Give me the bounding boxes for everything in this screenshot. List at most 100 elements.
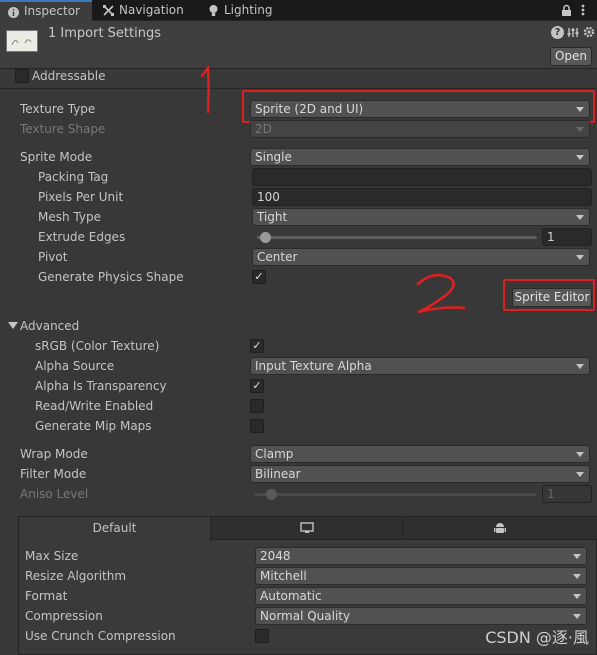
mesh-type-dropdown[interactable]: Tight [252, 208, 590, 226]
advanced-foldout[interactable]: Advanced [20, 319, 79, 333]
extrude-edges-slider-track[interactable] [257, 236, 537, 239]
compression-value: Normal Quality [260, 609, 351, 623]
extrude-edges-label: Extrude Edges [38, 230, 126, 244]
aniso-level-slider-track [254, 493, 537, 496]
resize-algorithm-dropdown[interactable]: Mitchell [255, 567, 587, 585]
format-label: Format [25, 589, 68, 603]
format-value: Automatic [260, 589, 322, 603]
addressable-label: Addressable [32, 69, 106, 83]
crunch-compression-label: Use Crunch Compression [25, 629, 176, 643]
tab-navigation-label: Navigation [119, 3, 184, 17]
navigation-icon [103, 5, 114, 16]
generate-physics-shape-label: Generate Physics Shape [38, 270, 184, 284]
monitor-icon [299, 522, 314, 533]
compression-label: Compression [25, 609, 103, 623]
alpha-source-dropdown[interactable]: Input Texture Alpha [250, 357, 590, 375]
srgb-label: sRGB (Color Texture) [35, 339, 160, 353]
tab-navigation[interactable]: Navigation [95, 0, 195, 21]
packing-tag-label: Packing Tag [38, 170, 109, 184]
highlight-box-texture-type [242, 90, 595, 123]
texture-shape-value: 2D [255, 122, 272, 136]
tab-android[interactable] [403, 517, 597, 540]
tab-bar: Inspector Navigation Lighting [0, 0, 597, 21]
read-write-label: Read/Write Enabled [35, 399, 154, 413]
filter-mode-dropdown[interactable]: Bilinear [250, 465, 590, 483]
chevron-down-icon [576, 155, 584, 160]
max-size-dropdown[interactable]: 2048 [255, 547, 587, 565]
packing-tag-input[interactable] [252, 168, 592, 186]
texture-type-label: Texture Type [20, 102, 96, 116]
chevron-down-icon [576, 452, 584, 457]
max-size-label: Max Size [25, 549, 79, 563]
chevron-down-icon [573, 554, 581, 559]
tab-lighting-label: Lighting [224, 3, 273, 17]
resize-algorithm-label: Resize Algorithm [25, 569, 127, 583]
pixels-per-unit-input[interactable]: 100 [252, 188, 592, 206]
annotation-two [416, 273, 466, 314]
foldout-arrow-icon[interactable] [8, 322, 18, 329]
srgb-checkbox[interactable]: ✓ [250, 339, 264, 353]
resize-algorithm-value: Mitchell [260, 569, 307, 583]
gear-icon[interactable] [583, 26, 595, 38]
mesh-type-value: Tight [257, 210, 288, 224]
sprite-mode-dropdown[interactable]: Single [250, 148, 590, 166]
import-settings-title: 1 Import Settings [48, 26, 162, 41]
lock-icon[interactable] [561, 4, 572, 17]
filter-mode-value: Bilinear [255, 467, 301, 481]
tab-inspector-label: Inspector [24, 4, 80, 18]
chevron-down-icon [576, 215, 584, 220]
filter-mode-label: Filter Mode [20, 467, 87, 481]
read-write-checkbox[interactable] [250, 399, 264, 413]
lightbulb-icon [209, 5, 218, 16]
info-icon [8, 7, 19, 18]
generate-physics-shape-checkbox[interactable]: ✓ [252, 270, 266, 284]
sprite-mode-label: Sprite Mode [20, 150, 93, 164]
pivot-label: Pivot [38, 250, 68, 264]
texture-shape-dropdown: 2D [250, 120, 590, 138]
mip-maps-checkbox[interactable] [250, 419, 264, 433]
annotation-one [200, 66, 210, 114]
pixels-per-unit-label: Pixels Per Unit [38, 190, 124, 204]
aniso-level-label: Aniso Level [20, 487, 89, 501]
pivot-dropdown[interactable]: Center [252, 248, 590, 266]
mesh-type-label: Mesh Type [38, 210, 101, 224]
chevron-down-icon [576, 472, 584, 477]
preset-icon[interactable] [567, 26, 579, 39]
divider [0, 88, 597, 89]
open-button[interactable]: Open [550, 47, 592, 66]
alpha-is-transparency-checkbox[interactable]: ✓ [250, 379, 264, 393]
chevron-down-icon [576, 255, 584, 260]
alpha-source-label: Alpha Source [35, 359, 115, 373]
extrude-edges-slider-handle[interactable] [260, 232, 271, 243]
tab-standalone[interactable] [211, 517, 403, 540]
format-dropdown[interactable]: Automatic [255, 587, 587, 605]
help-icon[interactable]: ? [551, 26, 564, 39]
tab-inspector[interactable]: Inspector [0, 0, 92, 21]
wrap-mode-value: Clamp [255, 447, 294, 461]
wrap-mode-label: Wrap Mode [20, 447, 88, 461]
aniso-level-input: 1 [542, 485, 592, 503]
watermark: CSDN @逐·風 [485, 628, 589, 647]
chevron-down-icon [573, 594, 581, 599]
max-size-value: 2048 [260, 549, 291, 563]
tab-default[interactable]: Default [19, 517, 211, 541]
more-options-icon[interactable] [580, 3, 586, 17]
crunch-compression-checkbox[interactable] [255, 629, 269, 643]
chevron-down-icon [573, 574, 581, 579]
wrap-mode-dropdown[interactable]: Clamp [250, 445, 590, 463]
aniso-level-slider-handle [266, 489, 277, 500]
sprite-mode-value: Single [255, 150, 292, 164]
alpha-source-value: Input Texture Alpha [255, 359, 372, 373]
texture-shape-label: Texture Shape [20, 122, 106, 136]
compression-dropdown[interactable]: Normal Quality [255, 607, 587, 625]
extrude-edges-input[interactable]: 1 [542, 228, 592, 246]
highlight-box-sprite-editor [503, 279, 595, 311]
addressable-checkbox[interactable] [15, 69, 29, 83]
platform-tabs: Default [19, 517, 597, 541]
tab-lighting[interactable]: Lighting [200, 0, 290, 21]
chevron-down-icon [573, 614, 581, 619]
chevron-down-icon [576, 364, 584, 369]
pivot-value: Center [257, 250, 298, 264]
alpha-is-transparency-label: Alpha Is Transparency [35, 379, 167, 393]
mip-maps-label: Generate Mip Maps [35, 419, 152, 433]
